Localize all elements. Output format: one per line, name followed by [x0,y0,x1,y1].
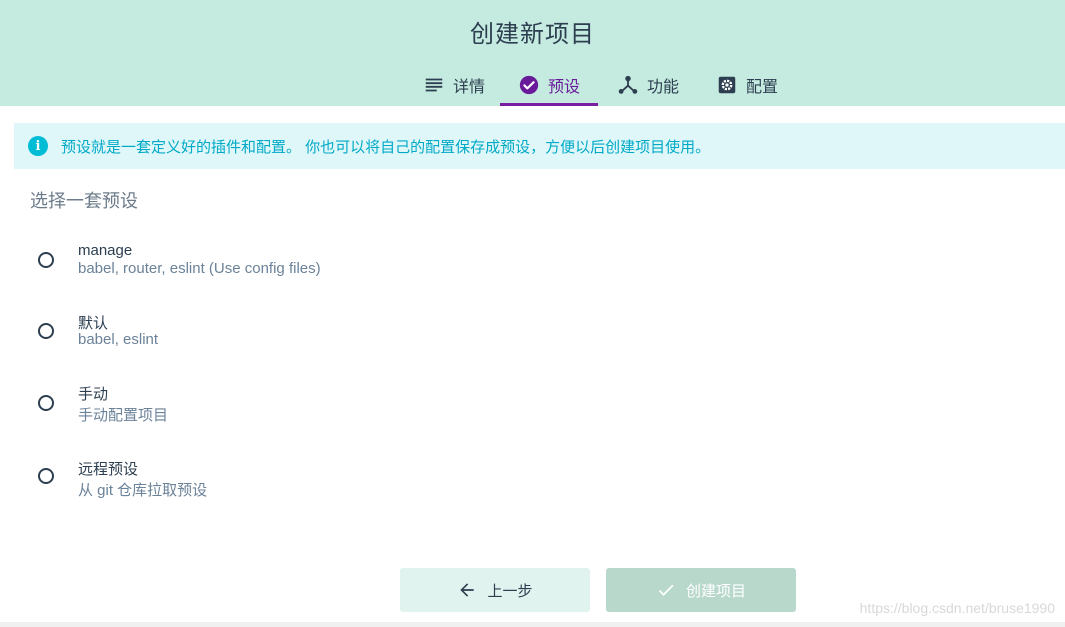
check-circle-icon [519,75,539,95]
device-hub-icon [618,75,638,94]
preset-option-manage[interactable]: manage babel, router, eslint (Use config… [30,240,730,292]
preset-option-default[interactable]: 默认 babel, eslint [30,311,730,363]
arrow-back-icon [460,583,475,597]
preset-option-remote[interactable]: 远程预设 从 git 仓库拉取预设 [30,457,730,509]
tab-config[interactable]: 配置 [704,64,790,106]
radio-button[interactable] [38,323,54,339]
bottom-bar [0,622,1065,627]
preset-name: 默认 [78,315,109,332]
tab-config-label: 配置 [745,79,778,96]
presets-title: 选择一套预设 [30,191,138,211]
tab-details-label: 详情 [452,79,485,96]
preset-description: 手动配置项目 [78,407,169,424]
watermark: https://blog.csdn.net/bruse1990 [859,600,1055,616]
tab-details[interactable]: 详情 [412,64,496,106]
info-icon: i [28,136,48,156]
info-text: 预设就是一套定义好的插件和配置。 你也可以将自己的配置保存成预设，方便以后创建项… [61,138,711,156]
step-tabs: 详情 预设 功能 配置 [0,64,1065,106]
tab-presets-label: 预设 [547,79,580,96]
create-project-button-label: 创建项目 [685,582,746,600]
radio-button[interactable] [38,252,54,268]
tab-features[interactable]: 功能 [606,64,690,106]
radio-button[interactable] [38,468,54,484]
preset-option-manual[interactable]: 手动 手动配置项目 [30,383,730,435]
page-title: 创建新项目 [470,21,595,48]
preset-description: 从 git 仓库拉取预设 [78,482,208,499]
preset-name: 手动 [78,386,109,403]
preset-name: manage [78,242,133,259]
info-banner: i 预设就是一套定义好的插件和配置。 你也可以将自己的配置保存成预设，方便以后创… [14,123,1065,169]
create-project-button[interactable]: 创建项目 [606,568,796,612]
previous-button-label: 上一步 [487,582,533,600]
header: 创建新项目 详情 预设 功能 配置 [0,0,1065,106]
settings-applications-icon [718,76,736,94]
tab-features-label: 功能 [646,79,679,96]
subject-icon [425,78,443,92]
tab-presets[interactable]: 预设 [500,64,598,106]
preset-name: 远程预设 [78,461,139,478]
preset-description: babel, eslint [78,331,159,348]
check-icon [658,584,674,596]
previous-button[interactable]: 上一步 [400,568,590,612]
preset-description: babel, router, eslint (Use config files) [78,260,321,277]
radio-button[interactable] [38,395,54,411]
